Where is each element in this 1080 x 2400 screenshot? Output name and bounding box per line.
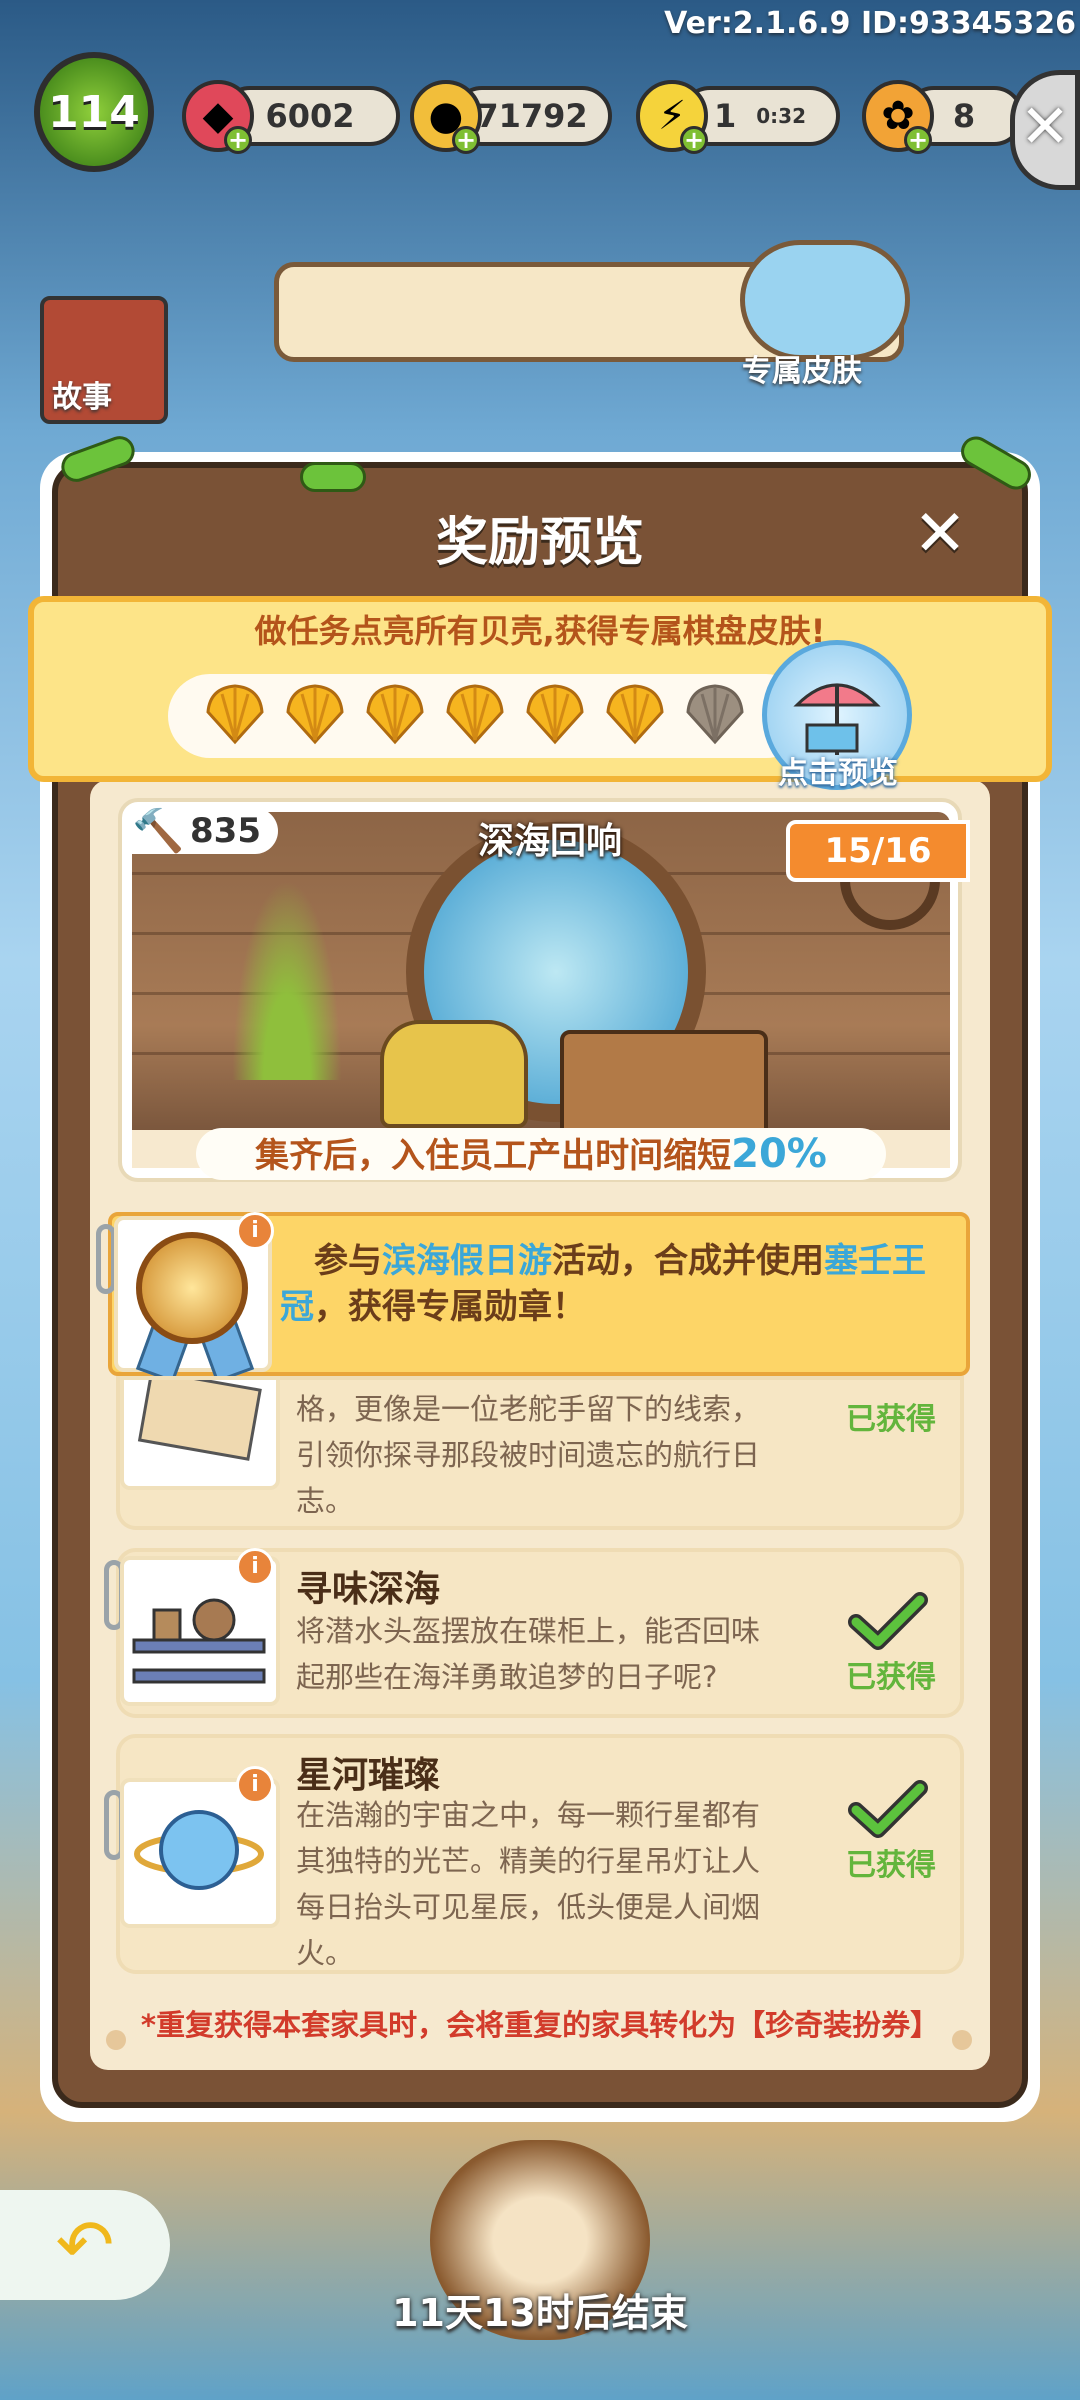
info-icon[interactable]: i [236, 1212, 274, 1250]
event-name-link: 滨海假日游 [382, 1241, 552, 1281]
seaweed-plant-image [232, 880, 342, 1080]
add-coins-button[interactable]: + [452, 126, 480, 154]
add-clover-button[interactable]: + [904, 126, 932, 154]
medal-text-part: 活动，合成并使用 [552, 1241, 824, 1281]
medal-text-part: ，获得专属勋章！ [314, 1287, 586, 1327]
desc-line: 在浩瀚的宇宙之中，每一颗行星都有 [296, 1798, 761, 1832]
treasure-chest-image [560, 1030, 768, 1138]
desc-line: 格，更像是一位老舵手留下的线索， [296, 1392, 761, 1426]
desc-line: 每日抬头可见星辰，低头便是人间烟 [296, 1890, 761, 1924]
close-icon[interactable]: ✕ [910, 502, 970, 566]
energy-timer: 0:32 [756, 104, 806, 128]
item-description: 格，更像是一位老舵手留下的线索， 引领你探寻那段被时间遗忘的航行日 志。 [296, 1386, 786, 1524]
coins-value: 71792 [476, 97, 588, 135]
hammer-icon: 🔨 [132, 806, 185, 855]
scroll-map-icon [137, 1369, 262, 1461]
shell-lit-icon [200, 682, 270, 746]
desc-line: 起那些在海洋勇敢追梦的日子呢? [296, 1660, 718, 1694]
bonus-value: 20% [731, 1131, 827, 1177]
desc-line: 引领你探寻那段被时间遗忘的航行日 [296, 1438, 761, 1472]
obtained-label: 已获得 [846, 1402, 936, 1437]
item-description: 在浩瀚的宇宙之中，每一颗行星都有 其独特的光芒。精美的行星吊灯让人 每日抬头可见… [296, 1792, 786, 1976]
top-close-button[interactable]: ✕ [1010, 70, 1080, 190]
leaf-decoration [300, 462, 366, 492]
info-icon[interactable]: i [236, 1766, 274, 1804]
energy-value: 1 [713, 97, 737, 135]
set-name: 深海回响 [477, 821, 622, 862]
version-id-label: Ver:2.1.6.9 ID:93345326 [664, 6, 1076, 41]
add-energy-button[interactable]: + [680, 126, 708, 154]
item-description: 将潜水头盔摆放在碟柜上，能否回味 起那些在海洋勇敢追梦的日子呢? [296, 1608, 786, 1700]
desc-line: 志。 [296, 1484, 355, 1518]
level-badge[interactable]: 114 [34, 52, 154, 172]
shell-lit-icon [440, 682, 510, 746]
duplicate-furniture-note: *重复获得本套家具时，会将重复的家具转化为【珍奇装扮券】 [140, 2008, 940, 2042]
clover-value: 8 [952, 97, 976, 135]
medal-text-part: 参与 [314, 1241, 382, 1281]
set-progress-tag: 15/16 [786, 820, 970, 882]
check-icon [848, 1592, 928, 1650]
shell-lit-icon [360, 682, 430, 746]
coupon-value: 835 [190, 811, 261, 851]
medal-description: 参与滨海假日游活动，合成并使用塞壬王冠，获得专属勋章！ [280, 1238, 940, 1330]
shell-lit-icon [600, 682, 670, 746]
shell-unlit-icon [680, 682, 750, 746]
item-name: 寻味深海 [296, 1569, 441, 1610]
set-bonus-text: 集齐后，入住员工产出时间缩短20% [196, 1128, 886, 1180]
obtained-label: 已获得 [846, 1660, 936, 1695]
item-name: 星河璀璨 [296, 1755, 441, 1796]
desc-line: 其独特的光芒。精美的行星吊灯让人 [296, 1844, 761, 1878]
add-gems-button[interactable]: + [224, 126, 252, 154]
banner-text: 做任务点亮所有贝壳,获得专属棋盘皮肤! [254, 612, 826, 650]
paperclip-icon [96, 1224, 116, 1294]
shell-lit-icon [280, 682, 350, 746]
info-icon[interactable]: i [236, 1548, 274, 1586]
crown-medal-icon [136, 1232, 248, 1344]
bonus-desc: 集齐后，入住员工产出时间缩短 [255, 1136, 732, 1176]
desc-line: 将潜水头盔摆放在碟柜上，能否回味 [296, 1614, 761, 1648]
check-icon [848, 1780, 928, 1838]
scroll-map-image [120, 1369, 280, 1490]
shell-lit-icon [520, 682, 590, 746]
preview-label: 点击预览 [778, 756, 898, 791]
background-skin-label: 专属皮肤 [742, 354, 862, 389]
story-label: 故事 [52, 380, 112, 415]
shell-sofa-image [380, 1020, 528, 1128]
background-skin-icon [740, 240, 910, 360]
obtained-label: 已获得 [846, 1848, 936, 1883]
gems-value: 6002 [265, 97, 355, 135]
event-end-timer: 11天13时后结束 [392, 2291, 688, 2335]
desc-line: 火。 [296, 1936, 355, 1970]
